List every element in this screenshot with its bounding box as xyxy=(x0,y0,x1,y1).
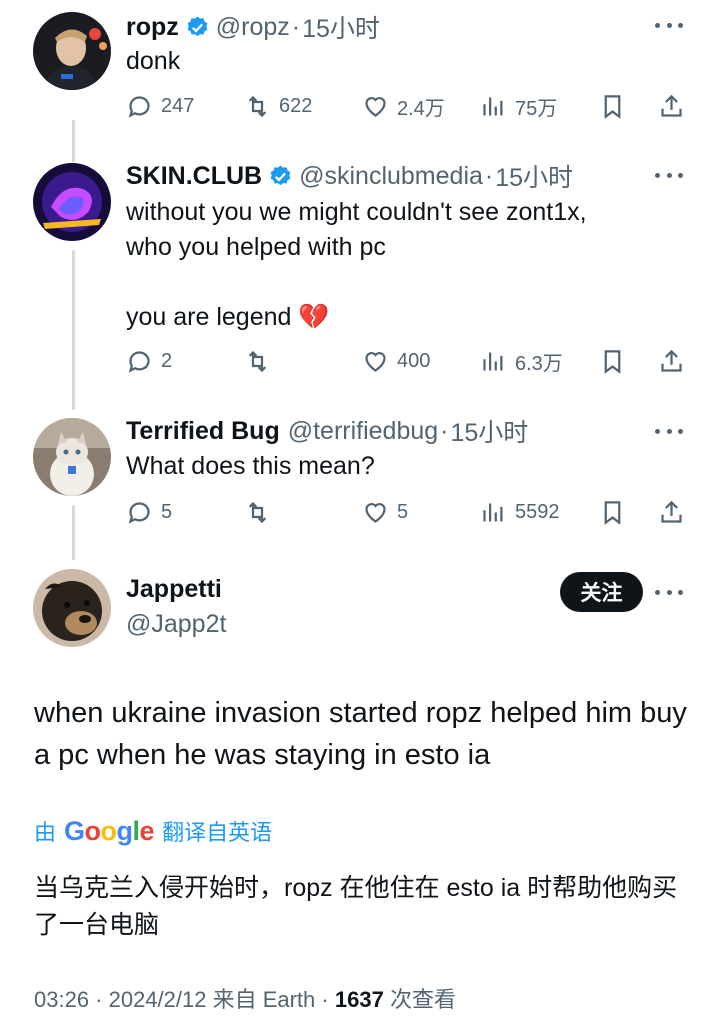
like-button[interactable]: 2.4万 xyxy=(362,89,445,123)
retweet-icon xyxy=(248,501,267,523)
more-icon[interactable] xyxy=(655,170,683,180)
views-count: 5592 xyxy=(515,500,560,523)
author-handle[interactable]: @skinclubmedia xyxy=(299,162,483,191)
view-label: 次查看 xyxy=(389,987,456,1012)
like-button[interactable]: 400 xyxy=(362,344,430,378)
view-count: 1637 xyxy=(334,987,384,1012)
avatar-terrifiedbug[interactable] xyxy=(33,418,111,496)
like-button[interactable]: 5 xyxy=(362,495,408,529)
like-icon xyxy=(365,96,386,117)
translate-prefix: 由 xyxy=(34,820,57,845)
reply-button[interactable]: 2 xyxy=(126,344,172,378)
author-handle[interactable]: @terrifiedbug xyxy=(288,417,438,446)
views-icon xyxy=(483,503,503,521)
bookmark-icon xyxy=(604,500,621,525)
tweet-header: SKIN.CLUB @skinclubmedia · 15小时 xyxy=(126,158,573,194)
retweet-button[interactable]: 622 xyxy=(244,89,312,123)
reply-button[interactable]: 5 xyxy=(126,495,172,529)
tweet-meta: 03:26 · 2024/2/12 来自 Earth · 1637 次查看 xyxy=(34,982,456,1014)
thread-line xyxy=(72,505,75,560)
reply-icon xyxy=(128,501,150,524)
author-handle[interactable]: @Japp2t xyxy=(126,610,226,639)
avatar-ropz[interactable] xyxy=(33,12,111,90)
bookmark-button[interactable] xyxy=(599,89,626,123)
share-button[interactable] xyxy=(658,495,685,529)
author-name[interactable]: ropz xyxy=(126,13,179,42)
tweet-text: without you we might couldn't see zont1x… xyxy=(126,198,587,331)
action-bar: 2 400 6.3万 xyxy=(126,344,685,378)
separator-dot: · xyxy=(484,161,494,190)
more-icon[interactable] xyxy=(655,20,683,30)
translation-attribution[interactable]: 由 Google 翻译自英语 xyxy=(34,813,272,849)
bookmark-button[interactable] xyxy=(599,344,626,378)
views-button[interactable]: 5592 xyxy=(480,495,560,529)
translated-text: 当乌克兰入侵开始时，ropz 在他住在 esto ia 时帮助他购买了一台电脑 xyxy=(34,874,678,939)
like-icon xyxy=(365,351,386,372)
views-count: 75万 xyxy=(515,97,558,120)
tweet-text: donk xyxy=(126,47,181,75)
follow-button[interactable]: 关注 xyxy=(560,572,643,612)
tweet-header: Terrified Bug @terrifiedbug · 15小时 xyxy=(126,413,528,449)
tweet-time[interactable]: 15小时 xyxy=(495,158,573,194)
author-handle[interactable]: @ropz xyxy=(216,13,290,42)
author-name[interactable]: Jappetti xyxy=(126,575,222,604)
like-count: 2.4万 xyxy=(397,97,445,120)
action-bar: 5 5 5592 xyxy=(126,495,685,529)
tweet-header: ropz @ropz · 15小时 xyxy=(126,9,380,45)
share-icon xyxy=(661,349,682,372)
main-tweet-text: when ukraine invasion started ropz helpe… xyxy=(34,697,687,771)
avatar-jappetti[interactable] xyxy=(33,569,111,647)
more-icon[interactable] xyxy=(655,587,683,597)
reply-icon xyxy=(128,350,150,373)
bookmark-icon xyxy=(604,94,621,119)
reply-button[interactable]: 247 xyxy=(126,89,194,123)
like-count: 400 xyxy=(397,349,431,372)
retweet-count: 622 xyxy=(279,94,313,117)
separator-dot: · xyxy=(440,416,449,445)
like-count: 5 xyxy=(397,500,409,523)
views-button[interactable]: 75万 xyxy=(480,89,557,123)
views-count: 6.3万 xyxy=(515,352,563,375)
author-name[interactable]: Terrified Bug xyxy=(126,417,280,446)
retweet-icon xyxy=(248,350,267,372)
timestamp[interactable]: 03:26 · 2024/2/12 来自 Earth · xyxy=(34,987,329,1012)
tweet-time[interactable]: 15小时 xyxy=(302,9,380,45)
thread-line xyxy=(72,250,75,410)
share-icon xyxy=(661,500,682,523)
reply-count: 2 xyxy=(161,349,173,372)
tweet-time[interactable]: 15小时 xyxy=(451,413,529,449)
thread-line xyxy=(72,120,75,162)
retweet-button[interactable] xyxy=(244,344,271,378)
views-icon xyxy=(483,97,503,115)
bookmark-icon xyxy=(604,349,621,374)
views-icon xyxy=(483,352,503,370)
bookmark-button[interactable] xyxy=(599,495,626,529)
like-icon xyxy=(365,502,386,523)
reply-icon xyxy=(128,95,150,118)
google-logo-icon: Google xyxy=(64,815,155,846)
share-icon xyxy=(661,94,682,117)
tweet-text: What does this mean? xyxy=(126,452,375,480)
retweet-button[interactable] xyxy=(244,495,271,529)
verified-badge-icon xyxy=(270,165,291,185)
more-icon[interactable] xyxy=(655,426,683,436)
reply-count: 5 xyxy=(161,500,173,523)
translate-suffix: 翻译自英语 xyxy=(162,820,273,845)
views-button[interactable]: 6.3万 xyxy=(480,344,563,378)
retweet-icon xyxy=(248,95,267,117)
share-button[interactable] xyxy=(658,344,685,378)
share-button[interactable] xyxy=(658,89,685,123)
verified-badge-icon xyxy=(187,16,208,36)
reply-count: 247 xyxy=(161,94,195,117)
author-name[interactable]: SKIN.CLUB xyxy=(126,162,262,191)
avatar-skinclub[interactable] xyxy=(33,163,111,241)
separator-dot: · xyxy=(291,12,301,41)
action-bar: 247 622 2.4万 75万 xyxy=(126,89,685,123)
